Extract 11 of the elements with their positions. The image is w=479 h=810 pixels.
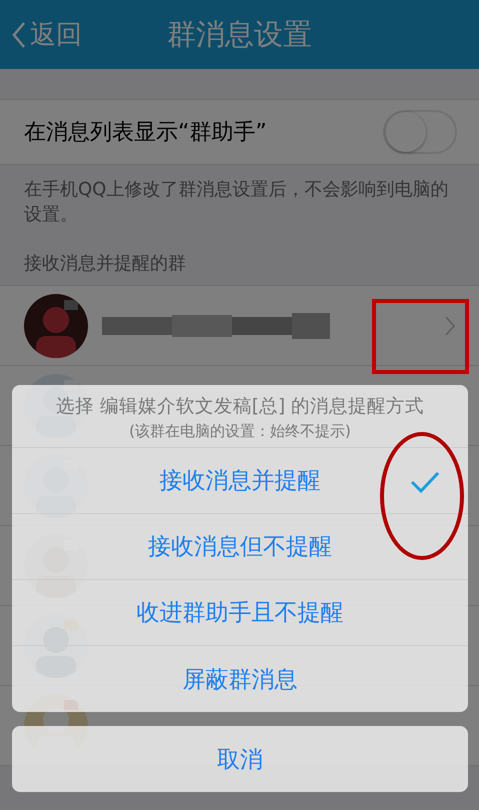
cancel-button[interactable]: 取消 [12,726,468,792]
help-text: 在手机QQ上修改了群消息设置后，不会影响到电脑的设置。 [23,178,450,227]
back-button[interactable]: 返回 [0,17,82,52]
option-button[interactable]: 屏蔽群消息 [12,646,468,712]
option-button[interactable]: 收进群助手且不提醒 [12,580,468,646]
page-title: 群消息设置 [166,16,313,52]
option-button[interactable]: 接收消息但不提醒 [12,514,468,580]
sheet-title: 选择 编辑媒介软文发稿[总] 的消息提醒方式 [56,395,424,418]
option-button[interactable]: 接收消息并提醒 [12,448,468,514]
sheet-subtitle: (该群在电脑的设置：始终不提示) [129,422,351,441]
setting-label: 在消息列表显示“群助手” [24,119,267,147]
